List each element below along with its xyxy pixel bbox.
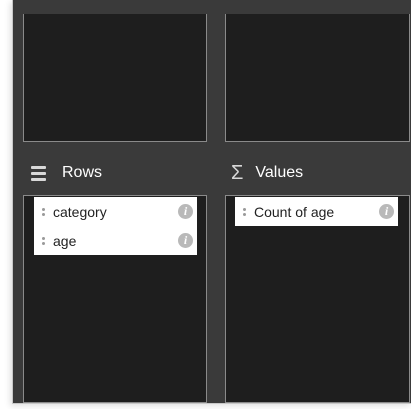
drag-handle-icon[interactable] [42, 236, 46, 245]
drag-handle-icon[interactable] [42, 207, 46, 216]
columns-dropzone[interactable] [225, 14, 410, 142]
field-label: Count of age [254, 203, 335, 220]
info-icon[interactable]: i [178, 233, 193, 248]
field-chip-category[interactable]: category i [34, 197, 197, 226]
rows-header: Rows [31, 158, 102, 188]
field-label: age [53, 232, 77, 249]
filters-dropzone[interactable] [23, 14, 207, 142]
values-dropzone[interactable]: Count of age i [225, 195, 410, 403]
field-chip-count-of-age[interactable]: Count of age i [235, 197, 398, 226]
values-header: Σ Values [231, 158, 303, 188]
rows-title: Rows [62, 164, 103, 181]
values-field-list: Count of age i [235, 197, 398, 226]
rows-field-list: category i age i [34, 197, 197, 255]
info-icon[interactable]: i [178, 204, 193, 219]
sigma-icon: Σ [231, 162, 244, 184]
values-title: Values [255, 164, 304, 181]
drag-handle-icon[interactable] [243, 207, 247, 216]
info-icon[interactable]: i [379, 204, 394, 219]
field-chip-age[interactable]: age i [34, 226, 197, 255]
hamburger-icon [31, 165, 46, 181]
field-label: category [53, 203, 107, 220]
rows-dropzone[interactable]: category i age i [23, 195, 207, 403]
pivot-config-panel: Rows Σ Values category i age i Count of … [12, 0, 411, 404]
